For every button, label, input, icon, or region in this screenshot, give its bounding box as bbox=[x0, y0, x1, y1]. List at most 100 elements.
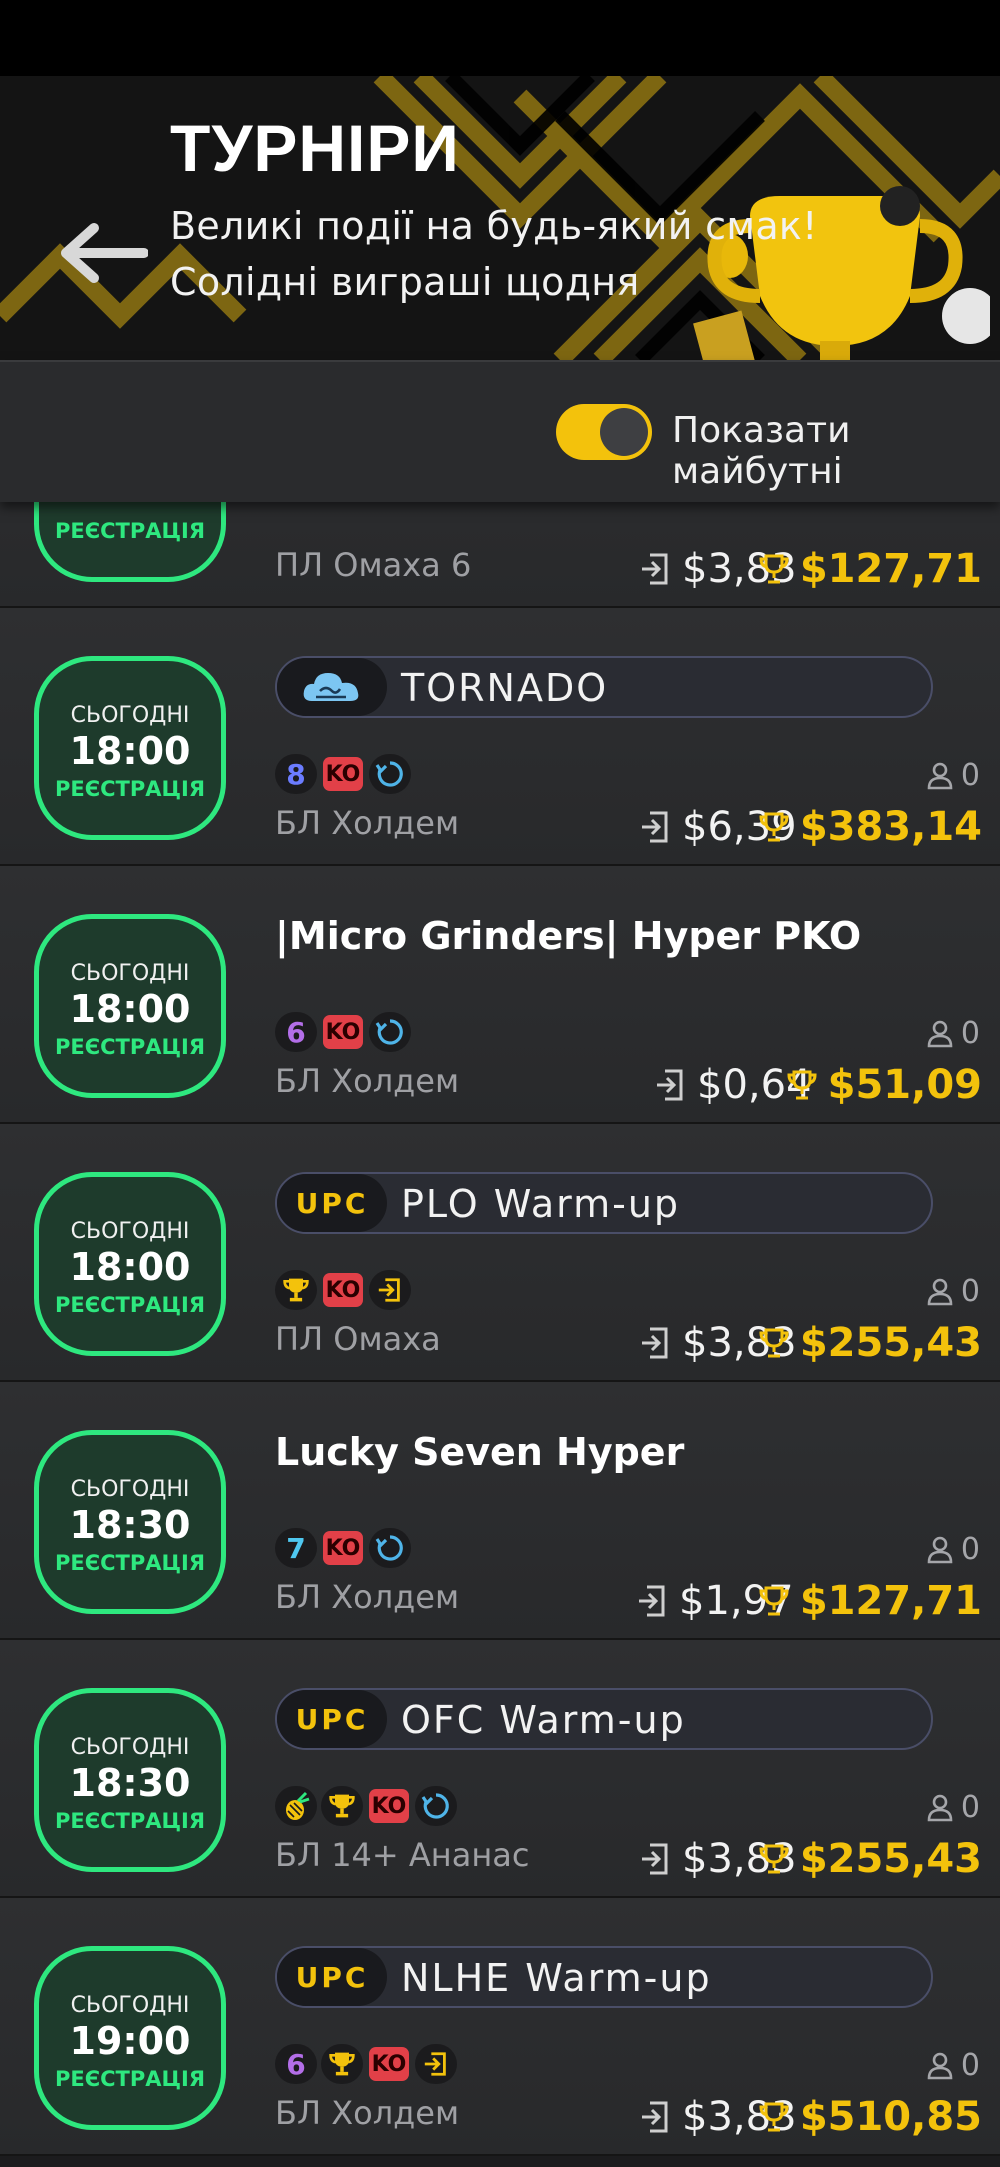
game-type: БЛ Холдем bbox=[275, 2094, 460, 2132]
show-future-toggle[interactable] bbox=[556, 404, 652, 460]
game-type: БЛ Холдем bbox=[275, 1062, 460, 1100]
tournament-tags: 8 KO bbox=[275, 754, 411, 794]
start-time: 18:30 bbox=[69, 1503, 191, 1547]
reentry-icon bbox=[369, 1528, 411, 1568]
prize-amount: $127,71 bbox=[799, 546, 982, 592]
time-box: СЬОГОДНІ 18:00 РЕЄСТРАЦІЯ bbox=[34, 656, 226, 840]
start-time: 18:30 bbox=[69, 1761, 191, 1805]
prize-pool: $510,85 bbox=[758, 2094, 982, 2140]
tournament-name-pill: UPC NLHE Warm-up bbox=[275, 1946, 933, 2008]
prize-pool: $255,43 bbox=[758, 1320, 982, 1366]
upc-badge-label: UPC bbox=[295, 1960, 369, 1994]
time-box: СЬОГОДНІ 19:00 РЕЄСТРАЦІЯ bbox=[34, 1946, 226, 2130]
registration-status: РЕЄСТРАЦІЯ bbox=[55, 1035, 205, 1059]
back-arrow-icon[interactable] bbox=[58, 220, 148, 286]
buyin-icon bbox=[642, 811, 668, 843]
toggle-knob bbox=[600, 408, 648, 456]
ko-tag: KO bbox=[369, 1789, 409, 1823]
prize-amount: $383,14 bbox=[799, 804, 982, 850]
start-day: СЬОГОДНІ bbox=[70, 1993, 190, 2018]
start-day: СЬОГОДНІ bbox=[70, 1735, 190, 1760]
players-count: 0 bbox=[927, 758, 980, 793]
players-count: 0 bbox=[927, 1532, 980, 1567]
tournament-tags: KO bbox=[275, 1786, 457, 1826]
start-time: 19:00 bbox=[69, 2019, 191, 2063]
page-subtitle-line1: Великі події на будь-який смак! bbox=[170, 204, 818, 248]
registration-status: РЕЄСТРАЦІЯ bbox=[55, 1809, 205, 1833]
start-day: СЬОГОДНІ bbox=[70, 1477, 190, 1502]
ko-tag: KO bbox=[369, 2047, 409, 2081]
prize-amount: $255,43 bbox=[799, 1320, 982, 1366]
series-badge: UPC bbox=[277, 1690, 387, 1748]
prize-pool: $383,14 bbox=[758, 804, 982, 850]
time-box: СЬОГОДНІ 18:00 РЕЄСТРАЦІЯ bbox=[34, 914, 226, 1098]
start-day: СЬОГОДНІ bbox=[70, 1219, 190, 1244]
ko-tag: KO bbox=[323, 1273, 363, 1307]
tournament-tags: 6 KO bbox=[275, 1012, 411, 1052]
players-count: 0 bbox=[927, 2048, 980, 2083]
ko-tag: KO bbox=[323, 1015, 363, 1049]
buyin-icon bbox=[657, 1069, 683, 1101]
tournament-card[interactable]: СЬОГОДНІ 19:00 РЕЄСТРАЦІЯ UPC NLHE Warm-… bbox=[0, 1898, 1000, 2156]
buyin-icon bbox=[642, 1327, 668, 1359]
upc-badge-label: UPC bbox=[295, 1702, 369, 1736]
tournament-tags: KO bbox=[275, 1270, 411, 1310]
tournament-card[interactable]: СЬОГОДНІ 18:00 РЕЄСТРАЦІЯ |Micro Grinder… bbox=[0, 866, 1000, 1124]
cloud-icon bbox=[303, 673, 359, 701]
players-count: 0 bbox=[927, 1274, 980, 1309]
buyin-icon bbox=[642, 1843, 668, 1875]
start-day: СЬОГОДНІ bbox=[70, 703, 190, 728]
prize-pool: $255,43 bbox=[758, 1836, 982, 1882]
players-icon bbox=[927, 2052, 953, 2079]
upc-badge-label: UPC bbox=[295, 1186, 369, 1220]
tournament-name: |Micro Grinders| Hyper PKO bbox=[275, 914, 862, 958]
max-players-tag: 8 bbox=[275, 754, 317, 794]
registration-status: РЕЄСТРАЦІЯ bbox=[55, 777, 205, 801]
trophy-icon bbox=[759, 1328, 789, 1358]
registration-status: РЕЄСТРАЦІЯ bbox=[55, 1293, 205, 1317]
tournament-name: TORNADO bbox=[401, 666, 609, 710]
buyin-icon bbox=[639, 1585, 665, 1617]
ko-tag: KO bbox=[323, 1531, 363, 1565]
header-banner: ТУРНІРИ Великі події на будь-який смак! … bbox=[0, 76, 1000, 360]
tournament-card[interactable]: СЬОГОДНІ 18:30 РЕЄСТРАЦІЯ UPC OFC Warm-u… bbox=[0, 1640, 1000, 1898]
tournament-card[interactable]: СЬОГОДНІ 18:00 РЕЄСТРАЦІЯ UPC PLO Warm-u… bbox=[0, 1124, 1000, 1382]
players-value: 0 bbox=[960, 1016, 980, 1051]
game-type: БЛ 14+ Ананас bbox=[275, 1836, 530, 1874]
game-type: БЛ Холдем bbox=[275, 1578, 460, 1616]
time-box: СЬОГОДНІ 18:30 РЕЄСТРАЦІЯ bbox=[34, 1688, 226, 1872]
max-players-tag: 7 bbox=[275, 1528, 317, 1568]
start-day: СЬОГОДНІ bbox=[70, 961, 190, 986]
players-value: 0 bbox=[960, 2048, 980, 2083]
tournament-name: Lucky Seven Hyper bbox=[275, 1430, 685, 1474]
reentry-icon bbox=[415, 1786, 457, 1826]
filter-bar: Показати майбутні bbox=[0, 360, 1000, 502]
tournament-name-pill: TORNADO bbox=[275, 656, 933, 718]
reentry-icon bbox=[369, 754, 411, 794]
tournament-list[interactable]: РЕЄСТРАЦІЯ ПЛ Омаха 6 $3,83 $127,71 СЬОГ… bbox=[0, 500, 1000, 2167]
prize-amount: $510,85 bbox=[799, 2094, 982, 2140]
players-value: 0 bbox=[960, 1532, 980, 1567]
buyin-icon bbox=[642, 2101, 668, 2133]
trophy-icon bbox=[759, 554, 789, 584]
tournament-card-partial[interactable]: РЕЄСТРАЦІЯ ПЛ Омаха 6 $3,83 $127,71 bbox=[0, 500, 1000, 608]
pineapple-icon bbox=[275, 1786, 317, 1826]
players-value: 0 bbox=[960, 758, 980, 793]
trophy-icon bbox=[321, 2044, 363, 2084]
buyin-icon bbox=[642, 553, 668, 585]
registration-status: РЕЄСТРАЦІЯ bbox=[55, 1551, 205, 1575]
game-type: БЛ Холдем bbox=[275, 804, 460, 842]
status-bar bbox=[0, 0, 1000, 76]
tournament-card[interactable]: СЬОГОДНІ 18:00 РЕЄСТРАЦІЯ TORNADO 8 KO БЛ… bbox=[0, 608, 1000, 866]
ko-tag: KO bbox=[323, 757, 363, 791]
trophy-icon bbox=[759, 812, 789, 842]
players-icon bbox=[927, 1794, 953, 1821]
series-badge: UPC bbox=[277, 1174, 387, 1232]
game-type: ПЛ Омаха bbox=[275, 1320, 441, 1358]
max-players-tag: 6 bbox=[275, 2044, 317, 2084]
tournament-card[interactable]: СЬОГОДНІ 18:30 РЕЄСТРАЦІЯ Lucky Seven Hy… bbox=[0, 1382, 1000, 1640]
tournament-name-pill: UPC OFC Warm-up bbox=[275, 1688, 933, 1750]
players-value: 0 bbox=[960, 1274, 980, 1309]
registration-status: РЕЄСТРАЦІЯ bbox=[55, 519, 205, 543]
time-box: СЬОГОДНІ 18:30 РЕЄСТРАЦІЯ bbox=[34, 1430, 226, 1614]
